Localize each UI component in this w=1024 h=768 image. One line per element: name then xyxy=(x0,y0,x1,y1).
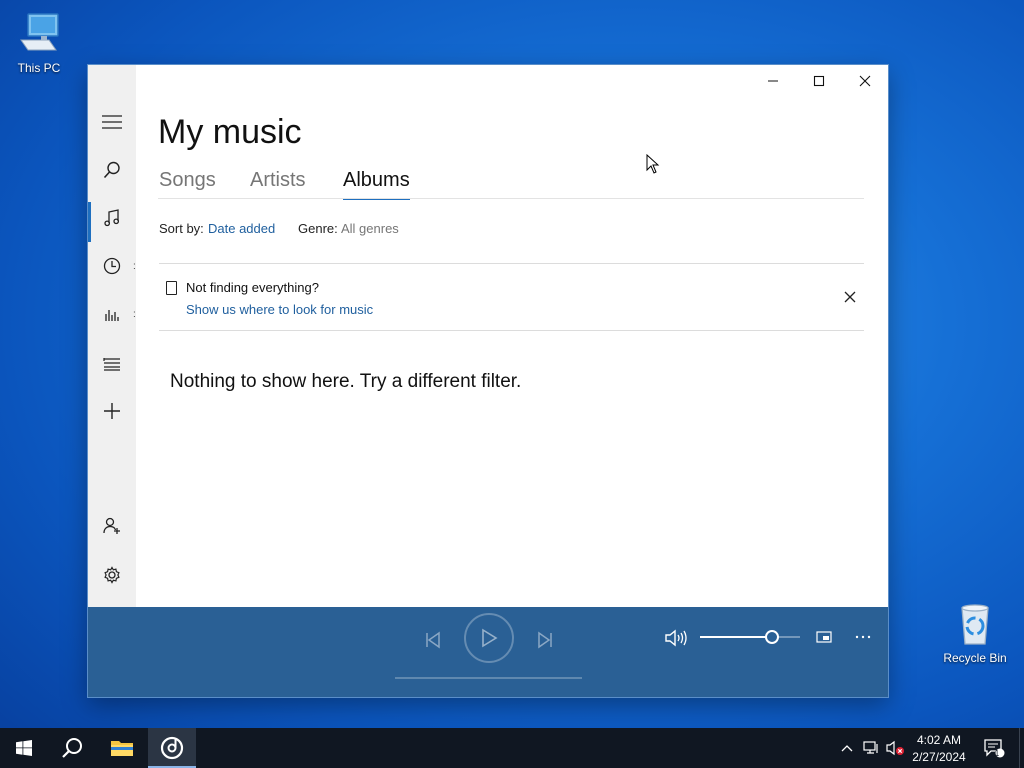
mini-player-button[interactable] xyxy=(812,627,836,647)
sidebar-item-playlists[interactable] xyxy=(88,344,136,384)
search-icon xyxy=(62,738,82,758)
close-icon xyxy=(859,75,871,87)
desktop-icon-recycle-bin[interactable]: Recycle Bin xyxy=(940,600,1010,665)
truncated-label-marker: : xyxy=(133,308,136,320)
hamburger-menu-icon xyxy=(102,115,122,129)
more-icon xyxy=(855,635,871,639)
next-icon xyxy=(538,631,552,649)
genre-dropdown[interactable]: All genres xyxy=(341,221,399,236)
notification-badge: 1 xyxy=(994,749,1000,758)
play-button[interactable] xyxy=(464,613,514,663)
tray-network[interactable] xyxy=(860,728,882,768)
genre-label: Genre: xyxy=(298,221,338,236)
taskbar-groove-music[interactable] xyxy=(148,728,196,768)
tab-divider xyxy=(158,198,864,199)
clock-time: 4:02 AM xyxy=(916,733,962,747)
sort-dropdown[interactable]: Date added xyxy=(208,221,275,236)
hamburger-menu-button[interactable] xyxy=(88,102,136,142)
sidebar-item-settings[interactable] xyxy=(88,555,136,595)
clock-date: 2/27/2024 xyxy=(912,750,966,764)
chevron-up-icon xyxy=(841,745,853,752)
muted-speaker-icon xyxy=(886,740,904,756)
add-user-icon xyxy=(103,517,120,534)
playlist-icon xyxy=(103,358,120,371)
tray-volume[interactable] xyxy=(884,728,906,768)
volume-level xyxy=(700,636,772,638)
bar-chart-icon xyxy=(105,310,119,321)
mini-player-icon xyxy=(816,631,832,643)
sidebar-item-now-playing[interactable]: : xyxy=(88,294,136,334)
windows-logo-icon xyxy=(16,740,32,756)
truncated-label-marker: : xyxy=(133,260,136,272)
desktop-icon-this-pc[interactable]: This PC xyxy=(4,10,74,75)
divider xyxy=(159,330,864,331)
previous-icon xyxy=(426,631,440,649)
folder-icon xyxy=(111,741,133,756)
groove-music-window: : : My music Songs Artists Albums Sort b… xyxy=(88,65,888,697)
divider xyxy=(159,263,864,264)
sidebar: : : xyxy=(88,65,136,607)
play-icon xyxy=(482,628,498,648)
tab-songs[interactable]: Songs xyxy=(159,169,216,192)
show-desktop-button[interactable] xyxy=(1019,728,1024,768)
desktop-icon-label: Recycle Bin xyxy=(943,651,1007,665)
empty-state-message: Nothing to show here. Try a different fi… xyxy=(170,371,522,392)
clock-icon xyxy=(103,257,121,275)
minimize-button[interactable] xyxy=(750,65,796,97)
seek-bar[interactable] xyxy=(395,677,582,679)
sidebar-item-search[interactable] xyxy=(88,150,136,190)
volume-thumb[interactable] xyxy=(765,630,779,644)
action-center-button[interactable]: 1 xyxy=(980,728,1008,768)
taskbar-file-explorer[interactable] xyxy=(98,728,146,768)
volume-slider[interactable] xyxy=(700,630,800,644)
gear-icon xyxy=(104,566,120,584)
player-bar xyxy=(88,607,888,697)
start-button[interactable] xyxy=(0,728,48,768)
taskbar-clock[interactable]: 4:02 AM 2/27/2024 xyxy=(904,732,974,766)
tab-albums[interactable]: Albums xyxy=(343,169,410,200)
notice-title: Not finding everything? xyxy=(186,280,319,295)
network-icon xyxy=(863,741,878,754)
tray-show-hidden-icons[interactable] xyxy=(838,728,856,768)
volume-button[interactable] xyxy=(661,625,691,651)
sidebar-item-recent[interactable]: : xyxy=(88,246,136,286)
search-icon xyxy=(103,161,120,179)
minimize-icon xyxy=(768,80,778,82)
taskbar: 4:02 AM 2/27/2024 1 xyxy=(0,728,1024,768)
sidebar-item-new-playlist[interactable] xyxy=(88,391,136,431)
taskbar-search-button[interactable] xyxy=(48,728,96,768)
sort-label: Sort by: xyxy=(159,221,204,236)
maximize-icon xyxy=(813,75,825,87)
recycle-bin-icon xyxy=(961,604,989,645)
plus-icon xyxy=(104,403,120,419)
next-button[interactable] xyxy=(530,625,560,655)
desktop-icon-label: This PC xyxy=(17,61,61,75)
mouse-cursor-icon xyxy=(646,154,660,174)
computer-icon xyxy=(20,13,59,51)
find-music-link[interactable]: Show us where to look for music xyxy=(186,302,373,317)
document-icon xyxy=(166,281,177,295)
tab-artists[interactable]: Artists xyxy=(250,169,306,192)
sidebar-item-my-music[interactable] xyxy=(88,198,136,242)
more-options-button[interactable] xyxy=(851,627,875,647)
maximize-button[interactable] xyxy=(796,65,842,97)
dismiss-notice-button[interactable] xyxy=(840,287,860,307)
close-icon xyxy=(844,291,856,303)
previous-button[interactable] xyxy=(418,625,448,655)
groove-music-icon xyxy=(160,736,184,760)
sidebar-item-sign-in[interactable] xyxy=(88,506,136,546)
close-button[interactable] xyxy=(842,65,888,97)
music-note-icon xyxy=(104,209,120,227)
speaker-icon xyxy=(665,629,687,647)
page-title: My music xyxy=(158,113,302,151)
